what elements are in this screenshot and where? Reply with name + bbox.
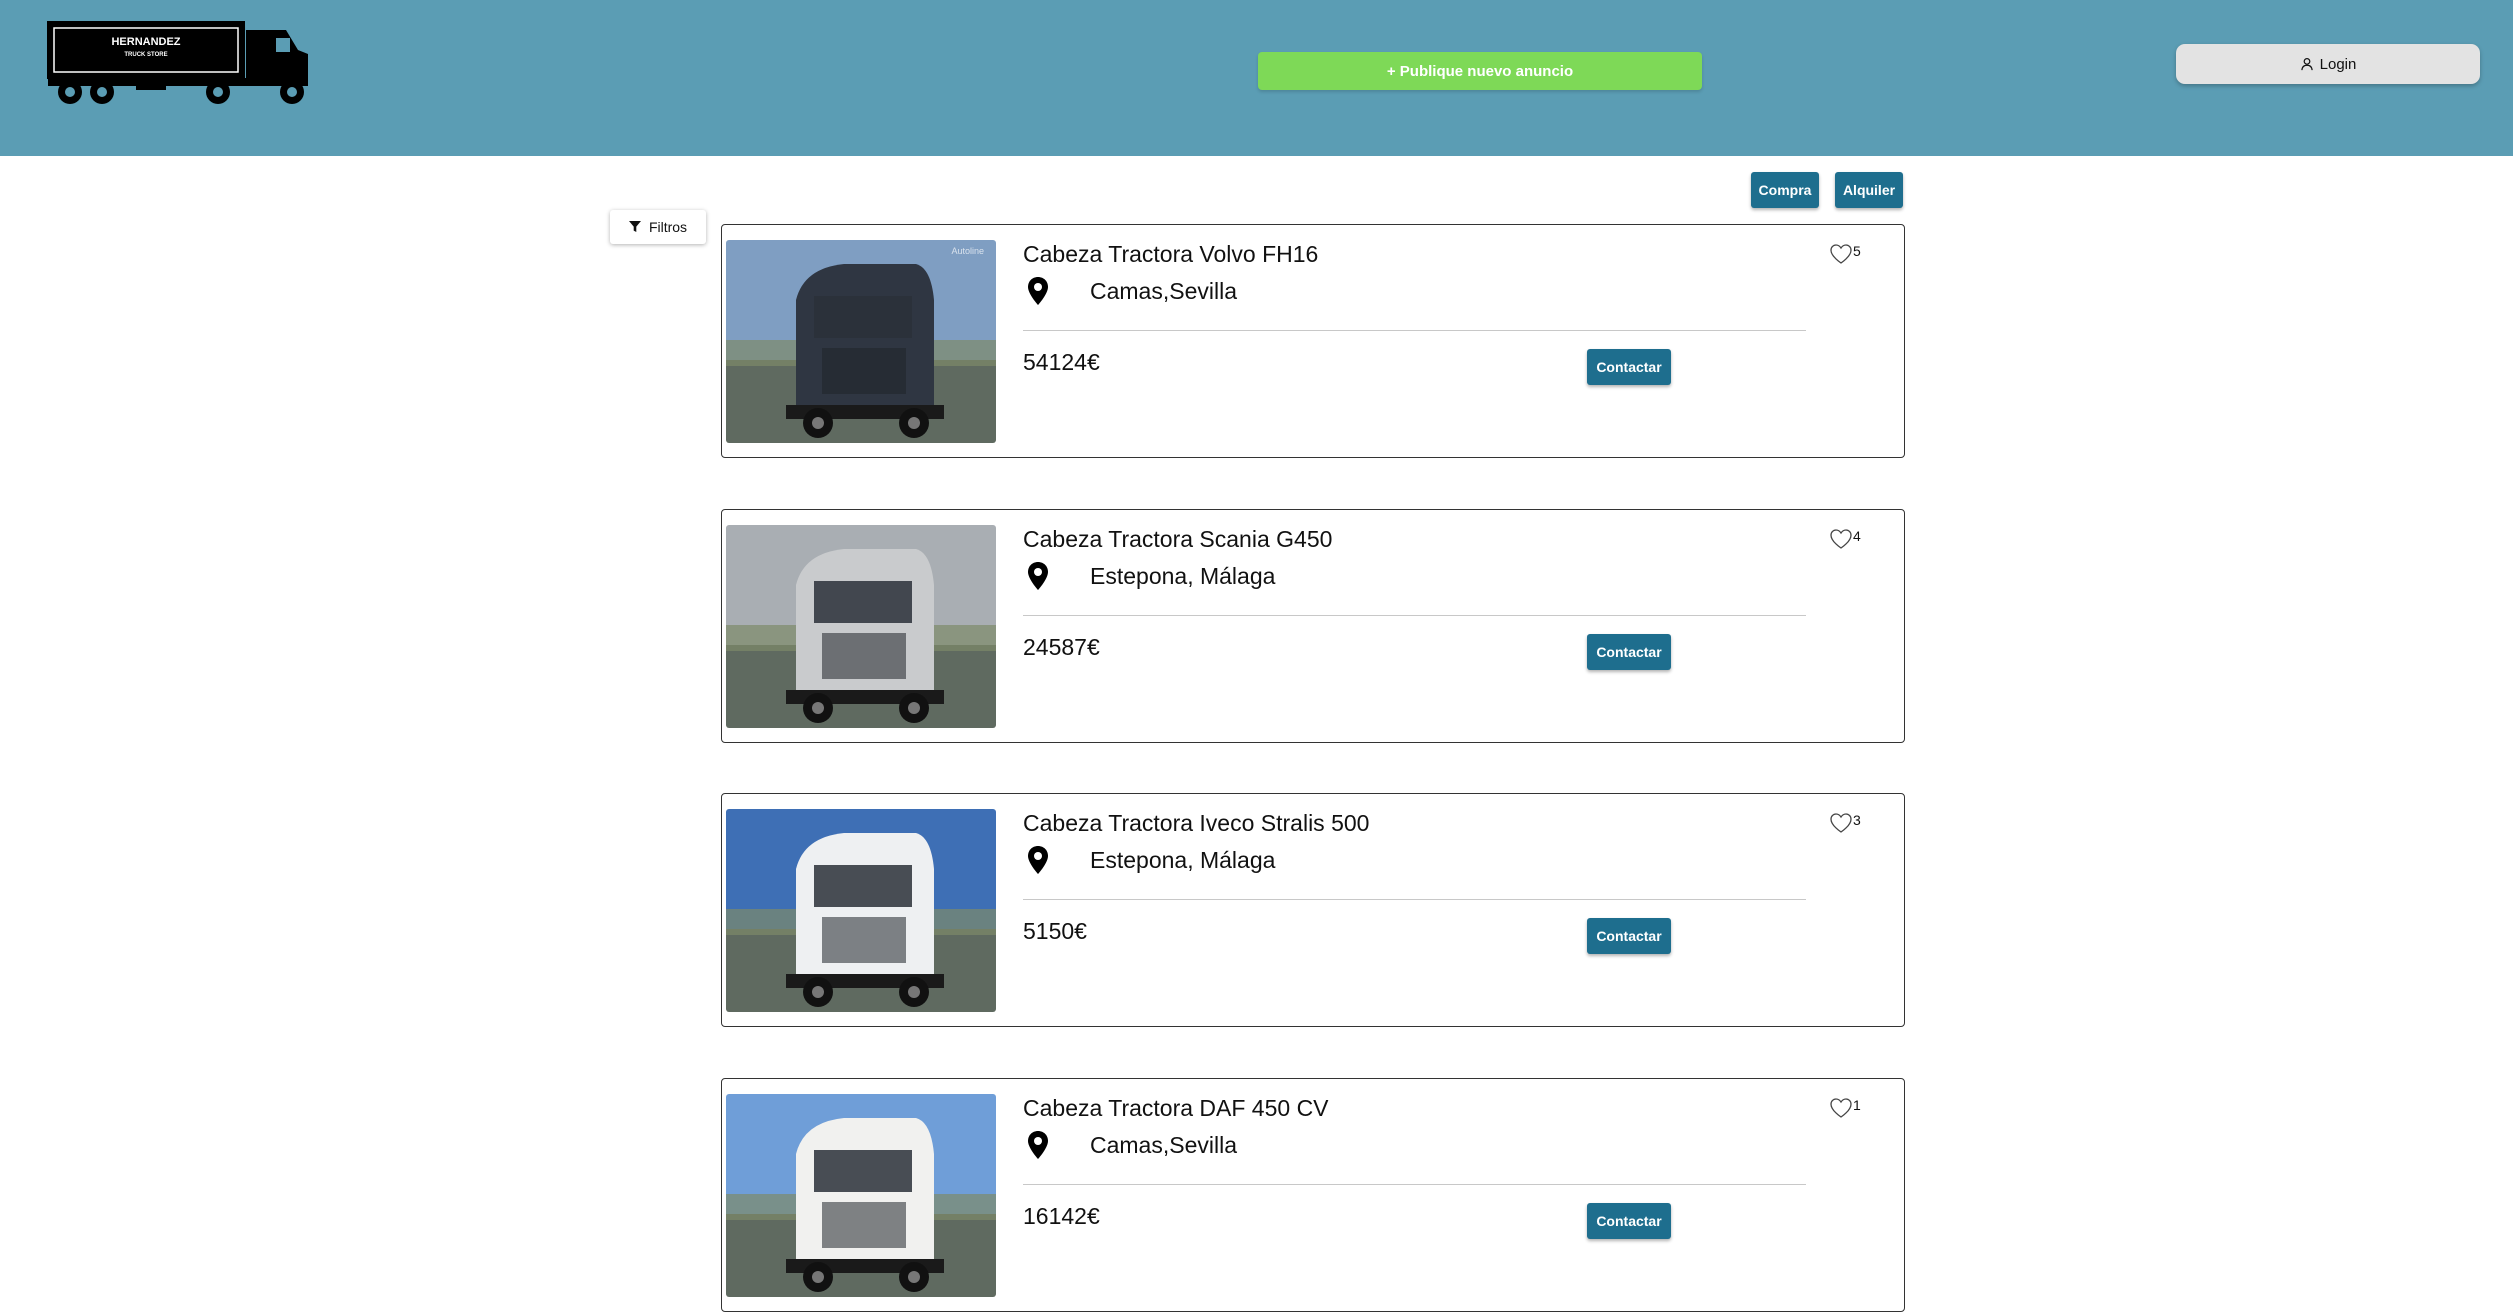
listing-card[interactable]: Autoline Cabeza Tractora Volvo FH16 Cama… <box>721 224 1905 458</box>
listing-title[interactable]: Cabeza Tractora Iveco Stralis 500 <box>1023 810 1369 837</box>
login-button[interactable]: Login <box>2176 44 2480 84</box>
listing-price: 16142€ <box>1023 1203 1100 1229</box>
favorite-count: 4 <box>1853 528 1861 544</box>
listing-type-tabs: Compra Alquiler <box>1751 172 1903 208</box>
listing-card[interactable]: Cabeza Tractora DAF 450 CV Camas,Sevilla… <box>721 1078 1905 1312</box>
listing-title[interactable]: Cabeza Tractora Volvo FH16 <box>1023 241 1318 268</box>
photo-watermark: Autoline <box>951 246 984 256</box>
listing-title[interactable]: Cabeza Tractora Scania G450 <box>1023 526 1332 553</box>
listing-price: 5150€ <box>1023 918 1087 944</box>
contact-button[interactable]: Contactar <box>1587 918 1671 954</box>
truck-logo[interactable]: HERNANDEZ TRUCK STORE <box>46 20 322 110</box>
top-navigation-bar: HERNANDEZ TRUCK STORE + Publique nuevo a… <box>0 0 2513 156</box>
listing-price: 54124€ <box>1023 349 1100 375</box>
user-icon <box>2300 57 2313 71</box>
listing-divider <box>1023 899 1806 900</box>
heart-icon <box>1830 813 1852 833</box>
listing-location: Estepona, Málaga <box>1090 847 1276 873</box>
listing-divider <box>1023 330 1806 331</box>
contact-button[interactable]: Contactar <box>1587 1203 1671 1239</box>
listing-card[interactable]: Cabeza Tractora Iveco Stralis 500 Estepo… <box>721 793 1905 1027</box>
favorite-count: 3 <box>1853 812 1861 828</box>
favorite-button[interactable]: 3 <box>1829 812 1861 834</box>
truck-photo[interactable]: Autoline <box>726 240 996 443</box>
truck-photo[interactable] <box>726 525 996 728</box>
filters-button[interactable]: Filtros <box>610 210 706 244</box>
login-label: Login <box>2319 55 2357 73</box>
logo-subtitle: TRUCK STORE <box>124 52 167 58</box>
truck-photo[interactable] <box>726 809 996 1012</box>
heart-icon <box>1830 1098 1852 1118</box>
filter-icon <box>628 221 641 232</box>
listing-card[interactable]: Cabeza Tractora Scania G450 Estepona, Má… <box>721 509 1905 743</box>
publish-ad-button[interactable]: + Publique nuevo anuncio <box>1258 52 1702 90</box>
heart-icon <box>1830 529 1852 549</box>
listing-location: Estepona, Málaga <box>1090 563 1276 589</box>
listing-location: Camas,Sevilla <box>1090 1132 1237 1158</box>
favorite-count: 5 <box>1853 243 1861 259</box>
location-pin-icon <box>1028 846 1048 874</box>
buy-button[interactable]: Compra <box>1751 172 1819 208</box>
logo-title: HERNANDEZ <box>111 36 180 48</box>
filters-label: Filtros <box>648 219 688 235</box>
favorite-button[interactable]: 1 <box>1829 1097 1861 1119</box>
truck-photo[interactable] <box>726 1094 996 1297</box>
publish-ad-label: + Publique nuevo anuncio <box>1386 62 1574 80</box>
listing-title[interactable]: Cabeza Tractora DAF 450 CV <box>1023 1095 1329 1122</box>
location-pin-icon <box>1028 1131 1048 1159</box>
contact-button[interactable]: Contactar <box>1587 349 1671 385</box>
listing-price: 24587€ <box>1023 634 1100 660</box>
location-pin-icon <box>1028 562 1048 590</box>
favorite-count: 1 <box>1853 1097 1861 1113</box>
contact-button[interactable]: Contactar <box>1587 634 1671 670</box>
heart-icon <box>1830 244 1852 264</box>
rent-button[interactable]: Alquiler <box>1835 172 1903 208</box>
listing-divider <box>1023 615 1806 616</box>
favorite-button[interactable]: 4 <box>1829 528 1861 550</box>
listing-location: Camas,Sevilla <box>1090 278 1237 304</box>
location-pin-icon <box>1028 277 1048 305</box>
listing-divider <box>1023 1184 1806 1185</box>
favorite-button[interactable]: 5 <box>1829 243 1861 265</box>
